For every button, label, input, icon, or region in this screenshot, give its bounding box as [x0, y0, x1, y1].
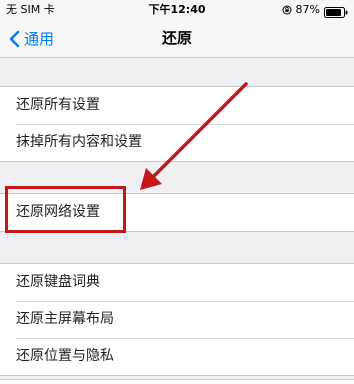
settings-group-network: 还原网络设置: [0, 193, 354, 232]
reset-network-settings-item[interactable]: 还原网络设置: [0, 194, 354, 231]
reset-home-screen-layout-item[interactable]: 还原主屏幕布局: [0, 301, 354, 338]
battery-percent: 87%: [295, 3, 320, 16]
status-bar: 无 SIM 卡 下午12:40 87%: [0, 0, 354, 20]
battery-icon: [324, 5, 348, 18]
lock-rotation-icon: [282, 5, 292, 15]
navigation-bar: 通用 还原: [0, 20, 354, 58]
reset-keyboard-dictionary-item[interactable]: 还原键盘词典: [0, 264, 354, 301]
settings-group-reset-all: 还原所有设置 抹掉所有内容和设置: [0, 86, 354, 162]
erase-all-content-item[interactable]: 抹掉所有内容和设置: [0, 124, 354, 161]
page-title: 还原: [161, 29, 192, 47]
settings-group-other-resets: 还原键盘词典 还原主屏幕布局 还原位置与隐私: [0, 263, 354, 376]
status-right-group: 87%: [282, 0, 348, 20]
reset-all-settings-item[interactable]: 还原所有设置: [0, 87, 354, 124]
reset-location-privacy-item[interactable]: 还原位置与隐私: [0, 338, 354, 375]
settings-group-partial: [0, 379, 354, 384]
